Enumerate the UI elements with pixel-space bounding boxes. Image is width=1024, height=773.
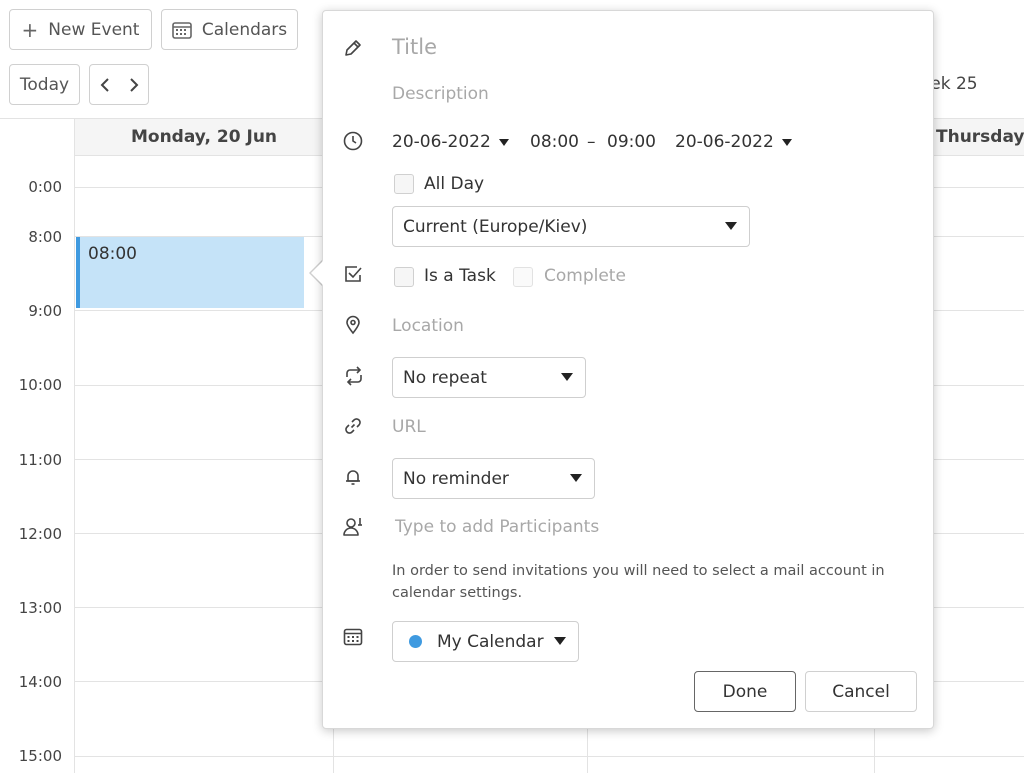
chevron-down-icon xyxy=(570,474,582,482)
event-block[interactable]: 08:00 xyxy=(76,237,304,308)
chevron-down-icon xyxy=(781,138,792,146)
invitation-note: In order to send invitations you will ne… xyxy=(392,563,885,601)
hour-line xyxy=(75,756,1024,757)
repeat-value: No repeat xyxy=(403,367,487,388)
event-editor-popup: Title Description 20-06-2022 08:00 – 09:… xyxy=(322,10,934,729)
timezone-select[interactable]: Current (Europe/Kiev) xyxy=(392,206,750,247)
start-date-value: 20-06-2022 xyxy=(392,132,491,152)
popup-pointer-fill xyxy=(311,260,324,286)
hour-label: 11:00 xyxy=(18,451,62,469)
hour-label: 14:00 xyxy=(18,673,62,691)
participants-input[interactable]: Type to add Participants xyxy=(395,517,915,537)
day-header-thursday: Thursday, xyxy=(936,127,1024,147)
location-input[interactable]: Location xyxy=(392,316,912,336)
end-date-select[interactable]: 20-06-2022 xyxy=(675,132,792,152)
new-event-button[interactable]: + New Event xyxy=(9,9,152,50)
clock-icon xyxy=(343,131,365,153)
start-time-input[interactable]: 08:00 xyxy=(530,132,579,152)
location-pin-icon xyxy=(343,315,365,337)
calendars-button[interactable]: Calendars xyxy=(161,9,298,50)
chevron-left-icon[interactable] xyxy=(100,77,110,93)
hour-label: 10:00 xyxy=(18,376,62,394)
hour-label: 8:00 xyxy=(28,228,62,246)
time-gutter-border xyxy=(74,119,75,773)
title-input[interactable]: Title xyxy=(392,35,912,59)
all-day-label: All Day xyxy=(424,174,485,194)
calendar-color-dot xyxy=(409,635,422,648)
reminder-select[interactable]: No reminder xyxy=(392,458,595,499)
end-time-input[interactable]: 09:00 xyxy=(607,132,656,152)
repeat-icon xyxy=(343,366,365,388)
today-label: Today xyxy=(19,74,70,95)
event-time: 08:00 xyxy=(88,244,137,264)
hour-label: 9:00 xyxy=(28,302,62,320)
prev-next-group xyxy=(89,64,149,105)
today-button[interactable]: Today xyxy=(9,64,80,105)
calendar-select[interactable]: My Calendar xyxy=(392,621,579,662)
chevron-down-icon xyxy=(498,138,509,146)
new-event-label: New Event xyxy=(48,19,140,40)
url-input[interactable]: URL xyxy=(392,417,912,437)
link-icon xyxy=(343,416,365,438)
cancel-button[interactable]: Cancel xyxy=(805,671,917,712)
is-task-label: Is a Task xyxy=(424,266,496,286)
plus-icon: + xyxy=(21,17,39,42)
hour-label: 12:00 xyxy=(18,525,62,543)
all-day-checkbox[interactable] xyxy=(394,174,414,194)
chevron-down-icon xyxy=(554,637,566,645)
reminder-value: No reminder xyxy=(403,468,509,489)
is-task-checkbox[interactable] xyxy=(394,267,414,287)
calendar-name: My Calendar xyxy=(437,631,544,652)
participants-icon xyxy=(343,516,365,538)
calendar-icon xyxy=(172,21,192,39)
chevron-right-icon[interactable] xyxy=(129,77,139,93)
end-date-value: 20-06-2022 xyxy=(675,132,774,152)
hour-label: 0:00 xyxy=(28,178,62,196)
chevron-down-icon xyxy=(561,373,573,381)
cancel-label: Cancel xyxy=(832,681,890,702)
chevron-down-icon xyxy=(725,222,737,230)
hour-label: 15:00 xyxy=(18,747,62,765)
repeat-select[interactable]: No repeat xyxy=(392,357,586,398)
start-date-select[interactable]: 20-06-2022 xyxy=(392,132,509,152)
complete-label: Complete xyxy=(544,266,626,286)
time-range-dash: – xyxy=(587,132,596,152)
description-input[interactable]: Description xyxy=(392,84,912,104)
complete-checkbox[interactable] xyxy=(513,267,533,287)
done-button[interactable]: Done xyxy=(694,671,796,712)
done-label: Done xyxy=(722,681,768,702)
bell-icon xyxy=(343,467,365,489)
hour-label: 13:00 xyxy=(18,599,62,617)
task-check-icon xyxy=(343,264,365,286)
pencil-icon xyxy=(343,38,365,60)
day-header-monday: Monday, 20 Jun xyxy=(130,127,278,147)
timezone-value: Current (Europe/Kiev) xyxy=(403,216,588,237)
calendar-icon xyxy=(343,627,365,649)
calendars-label: Calendars xyxy=(201,19,288,40)
